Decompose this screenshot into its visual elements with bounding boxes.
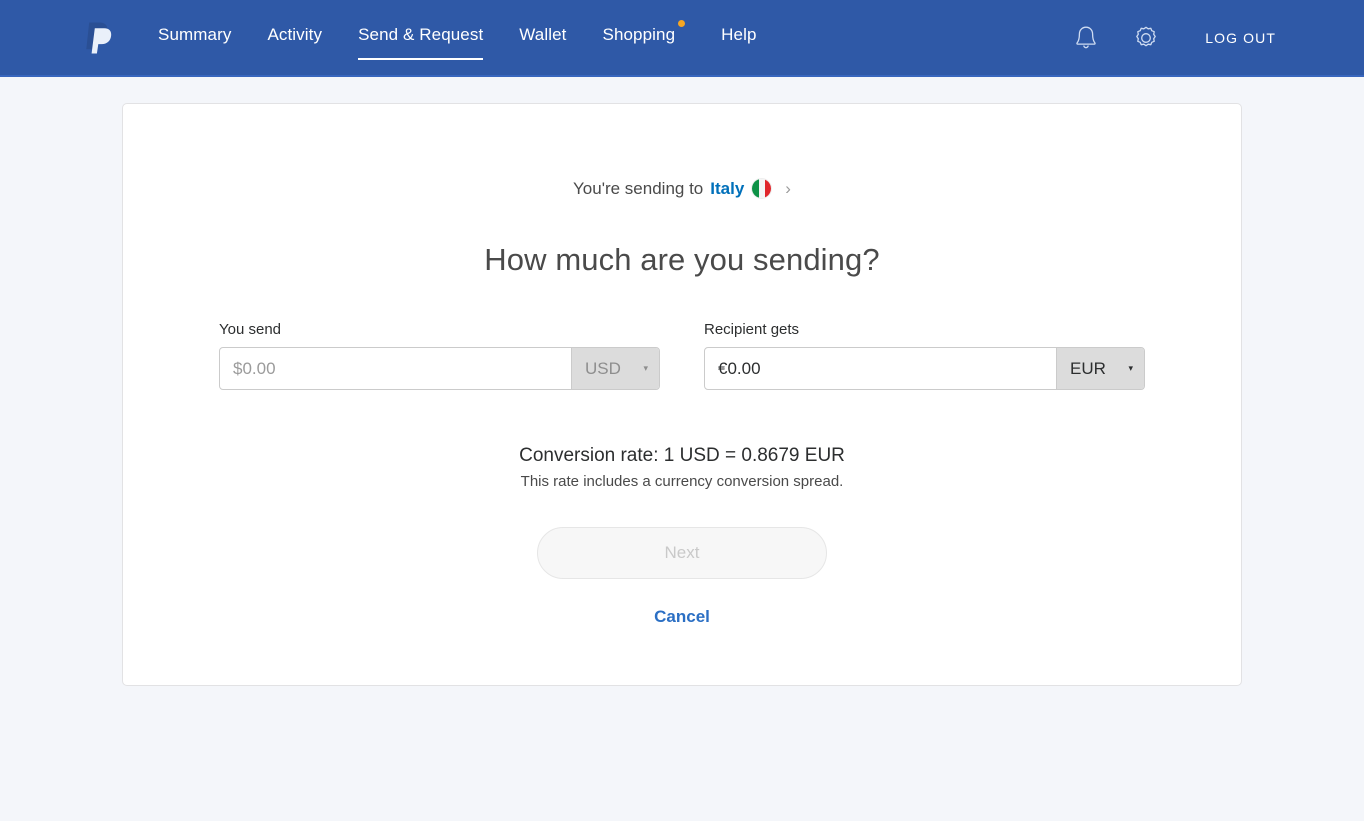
nav-label: Shopping: [602, 25, 676, 44]
conversion-spread-note: This rate includes a currency conversion…: [520, 472, 844, 490]
top-navigation-bar: Summary Activity Send & Request Wallet S…: [0, 0, 1364, 77]
sending-to-prefix: You're sending to: [573, 179, 704, 198]
currency-code: EUR: [1070, 358, 1106, 378]
you-send-input-group: USD ▾: [219, 347, 660, 390]
chevron-down-icon: ▾: [643, 363, 648, 373]
sending-to-row: You're sending to Italy ›: [123, 178, 1241, 199]
logout-button[interactable]: LOG OUT: [1205, 30, 1276, 46]
page-body: You're sending to Italy › How much are y…: [0, 77, 1364, 686]
paypal-logo[interactable]: [84, 18, 114, 58]
gear-icon: [1136, 26, 1157, 46]
italy-flag-icon: [751, 178, 773, 199]
next-button[interactable]: Next: [537, 526, 827, 579]
nav-label: Summary: [158, 25, 232, 44]
nav-item-activity[interactable]: Activity: [267, 26, 322, 49]
nav-label: Send & Request: [358, 25, 484, 44]
nav-label: Wallet: [519, 25, 567, 44]
conversion-rate-text: Conversion rate: 1 USD = 0.8679 EUR: [519, 445, 845, 466]
conversion-rate-block: Conversion rate: 1 USD = 0.8679 EUR This…: [123, 444, 1241, 492]
bell-icon: [1076, 26, 1097, 48]
currency-code: USD: [585, 358, 621, 378]
nav-label: Activity: [267, 25, 323, 44]
nav-label: Help: [721, 25, 757, 44]
recipient-gets-input-group: EUR ▾: [704, 347, 1145, 390]
you-send-currency-select[interactable]: USD ▾: [571, 348, 659, 389]
notification-dot-icon: [678, 20, 686, 27]
notifications-button[interactable]: [1069, 21, 1103, 55]
recipient-gets-block: Recipient gets EUR ▾: [704, 322, 1145, 390]
recipient-country: Italy: [710, 179, 745, 198]
card-actions: Next Cancel: [123, 526, 1241, 627]
send-money-card: You're sending to Italy › How much are y…: [122, 103, 1242, 686]
settings-button[interactable]: [1129, 21, 1163, 55]
recipient-gets-input[interactable]: [705, 348, 1056, 389]
nav-item-send-and-request[interactable]: Send & Request: [358, 25, 484, 60]
nav-item-wallet[interactable]: Wallet: [519, 26, 566, 49]
nav-item-shopping[interactable]: Shopping: [602, 20, 686, 49]
you-send-input[interactable]: [220, 348, 571, 389]
cancel-link[interactable]: Cancel: [654, 607, 710, 627]
nav-links: Summary Activity Send & Request Wallet S…: [158, 0, 757, 75]
recipient-gets-label: Recipient gets: [704, 321, 800, 338]
recipient-gets-currency-select[interactable]: EUR ▾: [1056, 348, 1144, 389]
chevron-down-icon: ▾: [1128, 363, 1133, 373]
nav-item-help[interactable]: Help: [721, 26, 756, 49]
page-title: How much are you sending?: [484, 242, 880, 277]
you-send-block: You send USD ▾: [219, 322, 660, 390]
change-country-chevron-right-icon[interactable]: ›: [785, 180, 791, 197]
you-send-label: You send: [219, 321, 282, 338]
nav-right-cluster: LOG OUT: [1069, 21, 1364, 55]
nav-item-summary[interactable]: Summary: [158, 26, 231, 49]
amount-row: You send USD ▾ Recipient gets EUR ▾: [123, 322, 1241, 390]
